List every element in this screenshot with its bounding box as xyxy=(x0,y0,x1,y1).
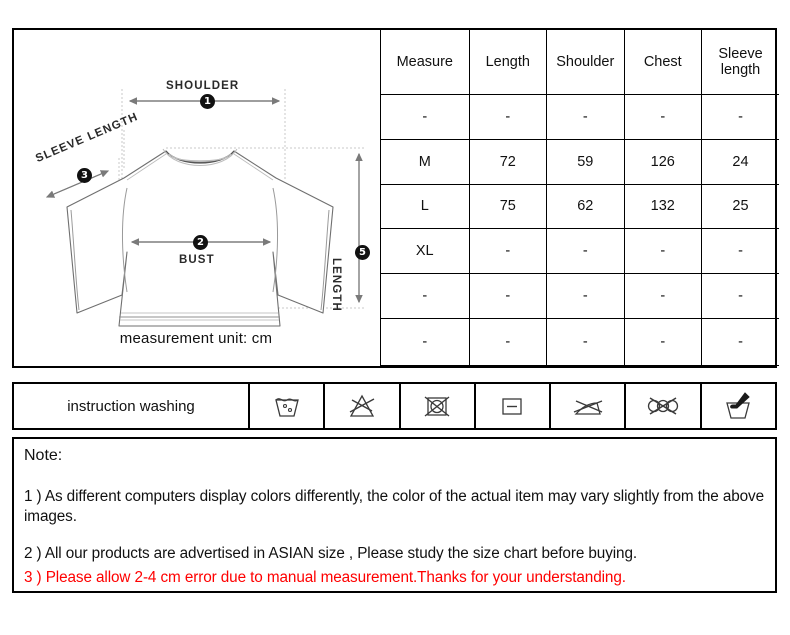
cell-chest: 132 xyxy=(623,183,703,230)
cell-sleeve: - xyxy=(701,228,779,275)
cell-sleeve: - xyxy=(701,94,779,140)
cell-chest: - xyxy=(623,94,703,140)
cell-chest: 126 xyxy=(623,138,703,185)
do-not-bleach-icon xyxy=(349,394,375,417)
marker-shoulder: 1 xyxy=(200,94,215,109)
shoulder-label: SHOULDER xyxy=(166,80,240,92)
cell-length: 75 xyxy=(468,183,548,230)
machine-wash-icon xyxy=(274,398,299,417)
header-shoulder: Shoulder xyxy=(546,30,625,96)
table-row: XL - - - - xyxy=(380,228,779,275)
cell-size: M xyxy=(380,138,470,185)
table-row: - - - - - xyxy=(380,318,779,366)
washing-instructions-panel: instruction washing xyxy=(12,382,777,430)
hand-wash-icon xyxy=(726,392,751,419)
cell-chest: - xyxy=(623,273,703,320)
note-line-2: 2 ) All our products are advertised in A… xyxy=(24,545,638,563)
cell-shoulder: 62 xyxy=(546,183,625,230)
bust-label: BUST xyxy=(179,254,215,266)
do-not-tumble-dry-icon-cell xyxy=(401,384,476,428)
machine-wash-icon-cell xyxy=(250,384,326,428)
note-line-3: 3 ) Please allow 2-4 cm error due to man… xyxy=(24,568,626,586)
note-line-1: 1 ) As different computers display color… xyxy=(24,488,764,525)
measurement-unit-note: measurement unit: cm xyxy=(119,330,273,347)
marker-length: 5 xyxy=(355,245,370,260)
cell-shoulder: - xyxy=(546,273,625,320)
do-not-iron-icon xyxy=(573,400,603,415)
table-row: - - - - - xyxy=(380,273,779,320)
tshirt-diagram: SHOULDER BUST SLEEVE LENGTH LENGTH 1 2 3… xyxy=(14,30,378,366)
table-row: M 72 59 126 24 xyxy=(380,138,779,185)
cell-chest: - xyxy=(623,318,703,366)
header-length: Length xyxy=(468,30,548,96)
note-panel: Note: 1 ) As different computers display… xyxy=(12,437,777,593)
do-not-iron-icon-cell xyxy=(551,384,627,428)
size-chart-panel: SHOULDER BUST SLEEVE LENGTH LENGTH 1 2 3… xyxy=(12,28,779,368)
cell-shoulder: - xyxy=(546,94,625,140)
hand-wash-icon-cell xyxy=(702,384,775,428)
cell-shoulder: - xyxy=(546,228,625,275)
do-not-bleach-icon-cell xyxy=(325,384,401,428)
do-not-dry-clean-icon-cell xyxy=(626,384,702,428)
length-label: LENGTH xyxy=(330,258,342,312)
dry-flat-icon-cell xyxy=(476,384,552,428)
marker-sleeve: 3 xyxy=(77,168,92,183)
cell-length: 72 xyxy=(468,138,548,185)
cell-shoulder: - xyxy=(546,318,625,366)
header-measure: Measure xyxy=(380,30,470,96)
table-row: L 75 62 132 25 xyxy=(380,183,779,230)
cell-length: - xyxy=(468,228,548,275)
cell-length: - xyxy=(468,318,548,366)
note-heading: Note: xyxy=(24,447,63,464)
table-row: - - - - - xyxy=(380,94,779,140)
header-chest: Chest xyxy=(623,30,703,96)
cell-chest: - xyxy=(623,228,703,275)
cell-sleeve: 24 xyxy=(701,138,779,185)
size-table: Measure Length Shoulder Chest Sleeve len… xyxy=(380,30,779,366)
tshirt-drawing-svg xyxy=(45,89,366,327)
cell-shoulder: 59 xyxy=(546,138,625,185)
cell-size: L xyxy=(380,183,470,230)
cell-size: - xyxy=(380,273,470,320)
washing-instruction-title: instruction washing xyxy=(14,384,250,428)
header-sleeve-length: Sleeve length xyxy=(701,30,779,96)
table-header-row: Measure Length Shoulder Chest Sleeve len… xyxy=(380,30,779,96)
dry-flat-icon xyxy=(502,398,523,415)
cell-length: - xyxy=(468,94,548,140)
cell-sleeve: 25 xyxy=(701,183,779,230)
cell-sleeve: - xyxy=(701,273,779,320)
cell-length: - xyxy=(468,273,548,320)
do-not-tumble-dry-icon xyxy=(424,396,450,417)
size-chart-page: SHOULDER BUST SLEEVE LENGTH LENGTH 1 2 3… xyxy=(0,0,790,635)
cell-size: - xyxy=(380,94,470,140)
cell-sleeve: - xyxy=(701,318,779,366)
cell-size: - xyxy=(380,318,470,366)
do-not-dry-clean-icon xyxy=(647,397,679,415)
marker-bust: 2 xyxy=(193,235,208,250)
cell-size: XL xyxy=(380,228,470,275)
